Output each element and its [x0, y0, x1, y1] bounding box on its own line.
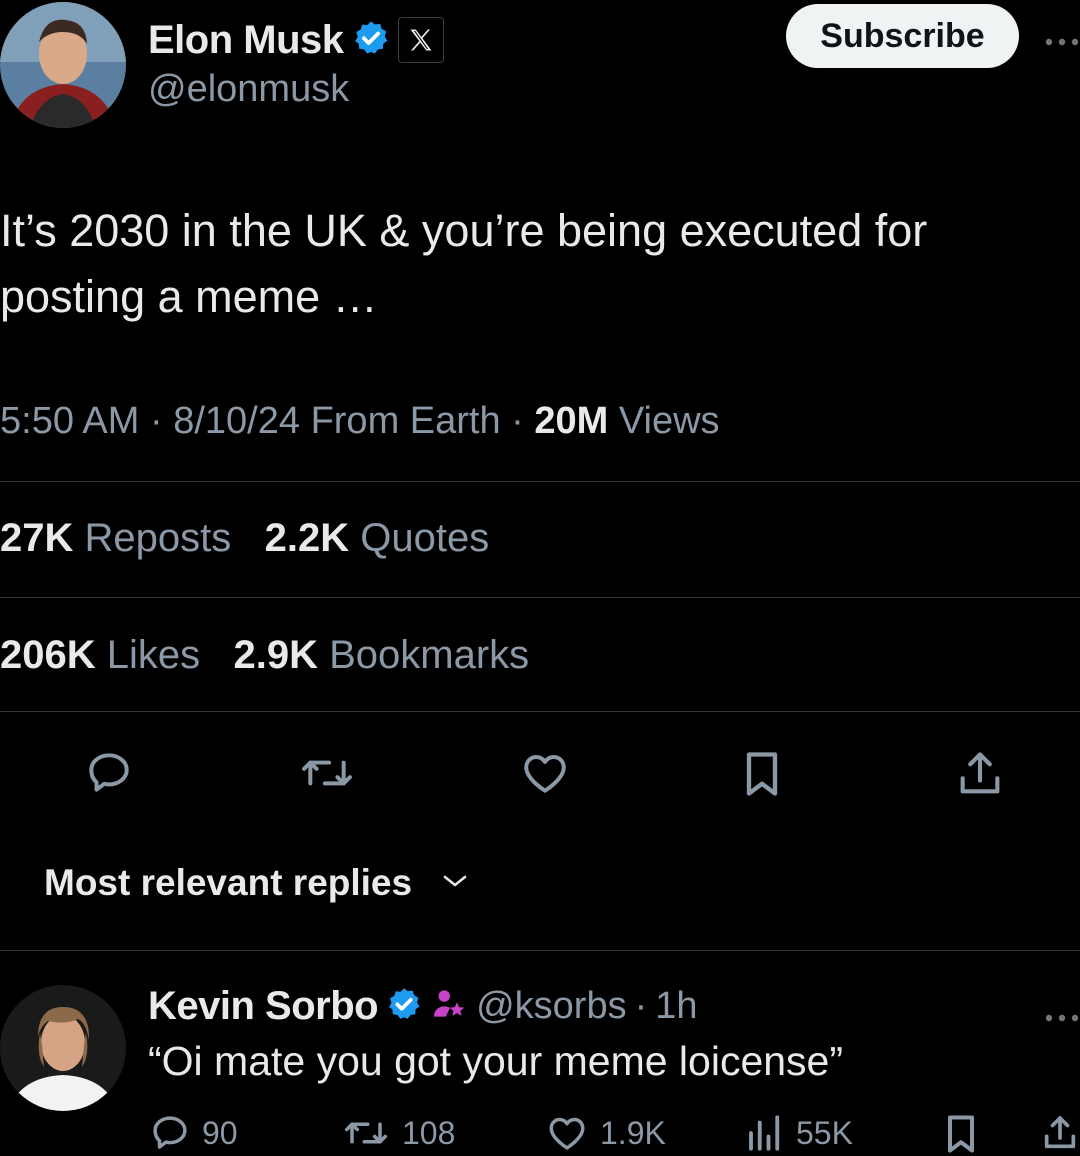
reply-time[interactable]: 1h [655, 985, 697, 1028]
author-avatar[interactable] [0, 2, 126, 128]
reply-repost-button[interactable]: 108 [340, 1112, 455, 1154]
post-text: It’s 2030 in the UK & you’re being execu… [0, 205, 928, 322]
reposts-stat[interactable]: 27K Reposts [0, 516, 231, 560]
reply-replies-count: 90 [202, 1114, 238, 1151]
reply-reposts-count: 108 [402, 1114, 456, 1151]
bookmarks-stat[interactable]: 2.9K Bookmarks [233, 633, 529, 677]
reply-header: Kevin Sorbo @ksorbs · 1h [148, 980, 698, 1032]
divider [0, 950, 1080, 951]
share-icon [1044, 1116, 1076, 1149]
reply-avatar[interactable] [0, 985, 126, 1111]
quotes-count: 2.2K [264, 516, 350, 560]
chevron-down-icon [440, 871, 470, 896]
post-meta: 5:50 AM · 8/10/24 From Earth · 20M Views [0, 400, 720, 443]
reply-likes-count: 1.9K [600, 1114, 666, 1151]
likes-count: 206K [0, 633, 96, 677]
reply-like-button[interactable]: 1.9K [544, 1112, 666, 1154]
bookmark-icon [947, 1115, 975, 1153]
reply-author-name[interactable]: Kevin Sorbo [148, 984, 379, 1029]
views-icon [749, 1115, 780, 1151]
quotes-stat[interactable]: 2.2K Quotes [265, 516, 490, 560]
verified-badge-icon [352, 19, 390, 62]
post-date[interactable]: 8/10/24 [173, 400, 300, 442]
reply-share-button[interactable] [1040, 1112, 1080, 1154]
bookmarks-label: Bookmarks [329, 633, 530, 677]
stats-row-1: 27K Reposts 2.2K Quotes [0, 516, 489, 561]
divider [0, 597, 1080, 598]
repost-icon [345, 1122, 387, 1144]
views-label: Views [618, 400, 720, 442]
author-handle[interactable]: @elonmusk [148, 68, 349, 111]
reply-reply-button[interactable]: 90 [148, 1112, 238, 1154]
share-icon[interactable] [954, 748, 1006, 805]
bookmark-icon[interactable] [738, 748, 786, 805]
author-name[interactable]: Elon Musk [148, 18, 344, 63]
reposts-label: Reposts [84, 516, 232, 560]
likes-stat[interactable]: 206K Likes [0, 633, 200, 677]
meta-separator: · [149, 400, 163, 442]
reply-bookmark-button[interactable] [942, 1112, 980, 1156]
divider [0, 711, 1080, 712]
like-icon[interactable] [518, 748, 572, 803]
more-icon[interactable] [1044, 22, 1080, 56]
reply-handle[interactable]: @ksorbs [476, 985, 627, 1028]
reply-text: “Oi mate you got your meme loicense” [148, 1038, 843, 1084]
reply-icon [153, 1116, 187, 1149]
stats-row-2: 206K Likes 2.9K Bookmarks [0, 633, 529, 678]
repost-icon[interactable] [298, 748, 356, 803]
post-time[interactable]: 5:50 AM [0, 400, 139, 442]
author-name-row: Elon Musk [148, 14, 444, 66]
meta-separator: · [634, 984, 648, 1027]
reply-icon[interactable] [83, 748, 135, 803]
meta-separator: · [511, 400, 524, 442]
like-icon [549, 1117, 585, 1150]
reply-more-icon[interactable] [1044, 998, 1080, 1032]
replies-sort-label: Most relevant replies [44, 862, 413, 903]
reply-views-count: 55K [796, 1114, 853, 1151]
person-star-badge-icon [430, 985, 468, 1028]
bookmarks-count: 2.9K [233, 633, 318, 677]
x-affiliate-badge-icon[interactable] [397, 17, 444, 63]
reply-views-button[interactable]: 55K [744, 1112, 853, 1154]
subscribe-button[interactable]: Subscribe [786, 4, 1019, 68]
divider [0, 481, 1080, 482]
quotes-label: Quotes [360, 516, 490, 560]
verified-badge-icon [386, 986, 422, 1027]
replies-sort-toggle[interactable]: Most relevant replies [44, 862, 470, 904]
reposts-count: 27K [0, 516, 74, 560]
post-source: From Earth [310, 400, 501, 442]
views-count: 20M [534, 400, 609, 442]
likes-label: Likes [106, 633, 201, 677]
